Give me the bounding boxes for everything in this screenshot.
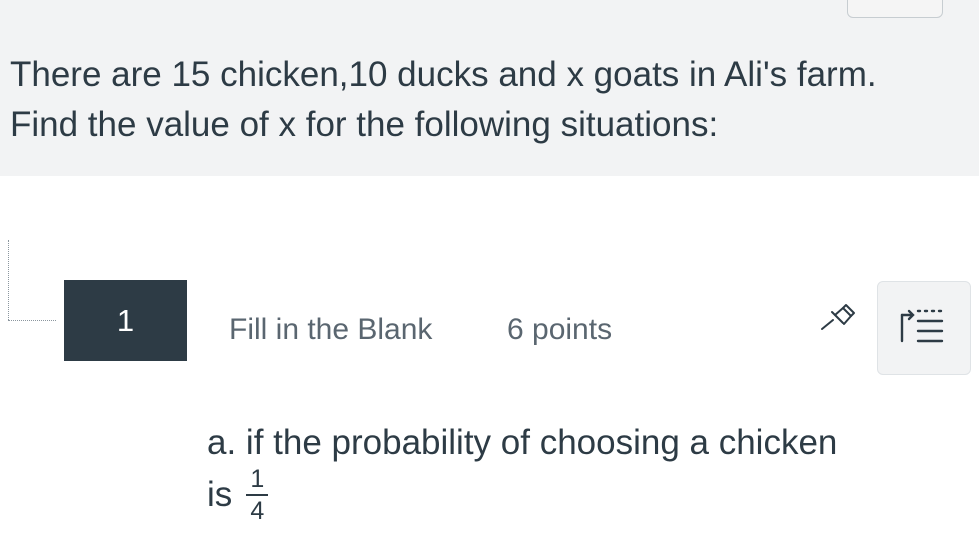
stimulus-panel: There are 15 chicken,10 ducks and x goat… [0,0,979,176]
fraction-denominator: 4 [250,497,265,525]
question-text: a. if the probability of choosing a chic… [207,423,838,462]
question-number-badge: 1 [64,280,187,361]
fraction-numerator: 1 [250,465,265,493]
pin-button[interactable] [817,298,861,338]
question-points-label: 6 points [507,313,613,346]
fraction: 1 4 [246,465,269,525]
stimulus-connector-line-horizontal [8,320,56,321]
question-number: 1 [116,302,135,338]
question-list-button[interactable] [877,281,971,375]
fraction-bar [246,494,269,496]
stimulus-connector-line [8,240,9,320]
list-indent-icon [900,309,944,343]
question-text-is: is [207,475,233,514]
stimulus-text: There are 15 chicken,10 ducks and x goat… [10,55,877,144]
question-text-continued: is 1 4 [207,465,269,525]
question-type-label: Fill in the Blank [229,313,433,346]
stimulus-tab[interactable] [847,0,943,18]
pin-icon [821,304,855,330]
